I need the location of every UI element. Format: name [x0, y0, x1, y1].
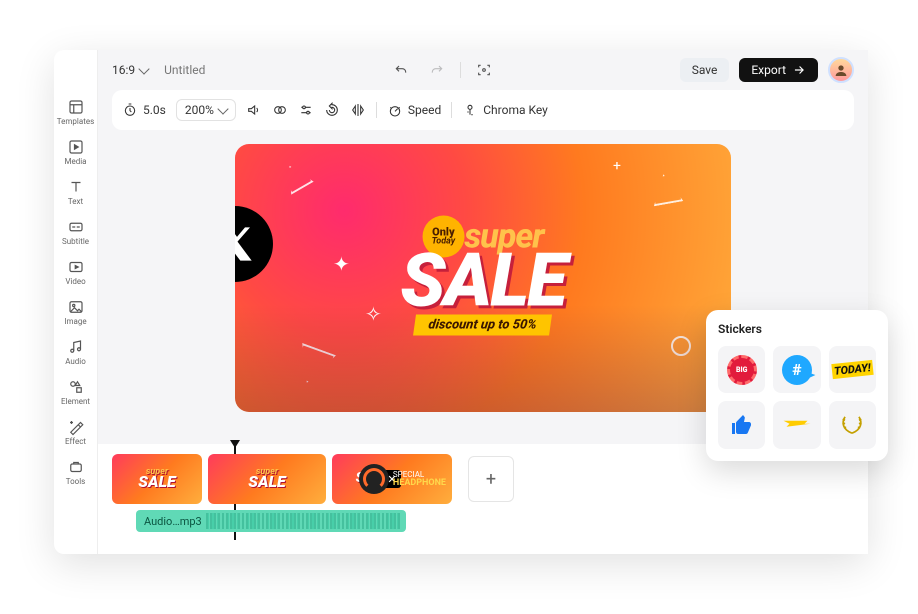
sidebar-label: Templates [57, 117, 94, 126]
sticker-thumbs-up[interactable] [718, 401, 765, 448]
aspect-value: 16:9 [112, 63, 135, 77]
sidebar-label: Video [65, 277, 85, 286]
sidebar-item-tools[interactable]: Tools [54, 454, 97, 490]
sidebar-label: Text [68, 197, 83, 206]
stickers-panel: Stickers BIG # TODAY! [706, 310, 888, 461]
chroma-label: Chroma Key [483, 103, 548, 117]
clip-row: superSALE superSALE SALE ✕ SPECIALHEADPH… [112, 454, 854, 504]
chroma-key-button[interactable]: Chroma Key [462, 102, 548, 118]
waveform [206, 513, 402, 529]
sidebar-label: Media [64, 157, 86, 166]
focus-button[interactable] [471, 57, 497, 83]
topbar: 16:9 Untitled Save Export [98, 50, 868, 90]
timeline-clip-2[interactable]: superSALE [208, 454, 326, 504]
flip-button[interactable] [350, 102, 366, 118]
sidebar-item-media[interactable]: Media [54, 134, 97, 170]
sidebar-item-subtitle[interactable]: Subtitle [54, 214, 97, 250]
sticker-big-sale[interactable]: BIG [718, 346, 765, 393]
chevron-down-icon [217, 103, 228, 114]
stickers-title: Stickers [718, 322, 876, 336]
sticker-today[interactable]: TODAY! [829, 346, 876, 393]
chevron-down-icon [138, 63, 149, 74]
sidebar-item-video[interactable]: Video [54, 254, 97, 290]
sidebar-label: Image [64, 317, 86, 326]
color-button[interactable] [272, 102, 288, 118]
save-button[interactable]: Save [680, 58, 730, 82]
sidebar-item-image[interactable]: Image [54, 294, 97, 330]
export-button[interactable]: Export [739, 58, 818, 82]
app-window: Templates Media Text Subtitle Video Imag… [54, 50, 868, 554]
speed-button[interactable]: Speed [387, 102, 441, 118]
sticker-swoosh[interactable] [773, 401, 820, 448]
canvas-toolbar: 5.0s 200% Speed Chroma Key [112, 90, 854, 130]
audio-filename: Audio…mp3 [144, 515, 202, 528]
user-avatar[interactable] [828, 57, 854, 83]
sale-text: SALE [401, 252, 566, 311]
canvas[interactable]: ✦ ✧ + Only Today super SALE discount up … [235, 144, 731, 412]
sidebar-label: Subtitle [62, 237, 89, 246]
undo-button[interactable] [388, 57, 414, 83]
aspect-ratio-selector[interactable]: 16:9 [112, 63, 148, 77]
main-area: 16:9 Untitled Save Export 5.0s [98, 50, 868, 554]
sidebar-item-templates[interactable]: Templates [54, 94, 97, 130]
export-label: Export [751, 63, 786, 77]
sidebar-item-element[interactable]: Element [54, 374, 97, 410]
canvas-wrap: ✦ ✧ + Only Today super SALE discount up … [98, 140, 868, 444]
sidebar-label: Element [61, 397, 90, 406]
sidebar: Templates Media Text Subtitle Video Imag… [54, 50, 98, 554]
duration-value: 5.0s [143, 103, 166, 117]
audio-clip[interactable]: Audio…mp3 [136, 510, 406, 532]
discount-text: discount up to 50% [414, 315, 553, 336]
sticker-hashtag[interactable]: # [773, 346, 820, 393]
sidebar-item-audio[interactable]: Audio [54, 334, 97, 370]
zoom-value: 200% [185, 103, 214, 117]
sidebar-label: Audio [65, 357, 86, 366]
headphone-icon [359, 464, 389, 494]
duration-display[interactable]: 5.0s [122, 102, 166, 118]
sidebar-label: Tools [66, 477, 86, 486]
rotate-button[interactable] [324, 102, 340, 118]
timeline-clip-1[interactable]: superSALE [112, 454, 202, 504]
canvas-text-group: Only Today super SALE discount up to 50% [401, 216, 566, 336]
project-title[interactable]: Untitled [164, 63, 205, 77]
volume-button[interactable] [246, 102, 262, 118]
sidebar-item-text[interactable]: Text [54, 174, 97, 210]
zoom-selector[interactable]: 200% [176, 99, 236, 121]
x-logo-sticker[interactable] [235, 206, 273, 282]
adjust-button[interactable] [298, 102, 314, 118]
redo-button[interactable] [424, 57, 450, 83]
timeline-clip-3[interactable]: SALE ✕ SPECIALHEADPHONE [332, 454, 452, 504]
sidebar-label: Effect [65, 437, 86, 446]
speed-label: Speed [408, 103, 441, 117]
sidebar-item-effect[interactable]: Effect [54, 414, 97, 450]
sticker-laurel[interactable] [829, 401, 876, 448]
add-scene-button[interactable]: + [468, 456, 514, 502]
